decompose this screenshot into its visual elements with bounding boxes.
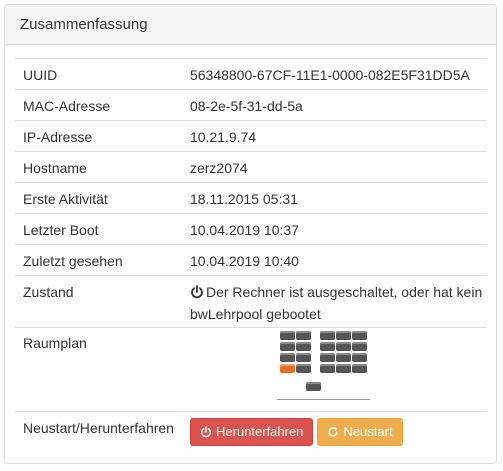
row-key: MAC-Adresse (15, 89, 182, 121)
reboot-label: Neustart (343, 424, 393, 439)
refresh-icon (328, 427, 339, 437)
table-row: IP-Adresse 10.21.9.74 (15, 120, 487, 152)
map-divider (276, 399, 370, 400)
table-row: UUID 56348800-67CF-11E1-0000-082E5F31DD5… (15, 58, 487, 90)
seat (335, 331, 351, 340)
row-key: Zuletzt gesehen (15, 244, 182, 276)
row-key: Hostname (15, 151, 182, 183)
seat (319, 353, 335, 362)
shutdown-button[interactable]: Herunterfahren (189, 418, 314, 446)
state-key: Zustand (15, 275, 182, 328)
seat (295, 331, 311, 340)
summary-table: UUID 56348800-67CF-11E1-0000-082E5F31DD5… (15, 58, 487, 452)
row-key: Erste Aktivität (15, 182, 182, 214)
seat (279, 342, 295, 351)
summary-table-container: UUID 56348800-67CF-11E1-0000-082E5F31DD5… (15, 58, 488, 452)
row-value: 10.21.9.74 (181, 120, 487, 152)
seat (295, 353, 311, 362)
actions-cell: Herunterfahren Neustart (181, 411, 487, 452)
table-row: Erste Aktivität 18.11.2015 05:31 (15, 182, 487, 214)
seat (319, 331, 335, 340)
state-row: Zustand Der Rechner ist ausgeschaltet, o… (15, 275, 487, 328)
actions-key: Neustart/Herunterfahren (15, 411, 182, 452)
panel-heading: Zusammenfassung (5, 5, 496, 45)
row-value: 10.04.2019 10:37 (181, 213, 487, 245)
power-icon (200, 426, 211, 438)
row-value: 56348800-67CF-11E1-0000-082E5F31DD5A (181, 58, 487, 90)
seat (279, 353, 295, 362)
state-value: Der Rechner ist ausgeschaltet, oder hat … (189, 284, 483, 322)
seat (335, 342, 351, 351)
roomplan-cell (181, 327, 487, 412)
room-map[interactable] (276, 331, 390, 411)
row-key: IP-Adresse (15, 120, 182, 152)
shutdown-label: Herunterfahren (215, 424, 304, 439)
table-row: Hostname zerz2074 (15, 151, 487, 183)
seat-teacher (305, 382, 321, 391)
table-row: Zuletzt gesehen 10.04.2019 10:40 (15, 244, 487, 276)
row-key: Letzter Boot (15, 213, 182, 245)
roomplan-key: Raumplan (15, 327, 182, 412)
row-key: UUID (15, 58, 182, 90)
seat (295, 342, 311, 351)
power-icon (190, 284, 204, 304)
seat (351, 331, 367, 340)
seat (351, 353, 367, 362)
table-row: Letzter Boot 10.04.2019 10:37 (15, 213, 487, 245)
roomplan-row: Raumplan (15, 327, 487, 412)
row-value: 10.04.2019 10:40 (181, 244, 487, 276)
seat (279, 331, 295, 340)
seat (335, 364, 351, 373)
seat (351, 364, 367, 373)
reboot-button[interactable]: Neustart (317, 418, 403, 446)
row-value: 18.11.2015 05:31 (181, 182, 487, 214)
seat (351, 342, 367, 351)
row-value: zerz2074 (181, 151, 487, 183)
seat (295, 364, 311, 373)
seat-current (279, 364, 295, 373)
table-row: MAC-Adresse 08-2e-5f-31-dd-5a (15, 89, 487, 121)
seat (319, 364, 335, 373)
state-value-cell: Der Rechner ist ausgeschaltet, oder hat … (181, 275, 487, 328)
actions-row: Neustart/Herunterfahren Herunterfahren N… (15, 411, 487, 452)
seat (335, 353, 351, 362)
panel-title: Zusammenfassung (20, 16, 148, 33)
seat (319, 342, 335, 351)
row-value: 08-2e-5f-31-dd-5a (181, 89, 487, 121)
